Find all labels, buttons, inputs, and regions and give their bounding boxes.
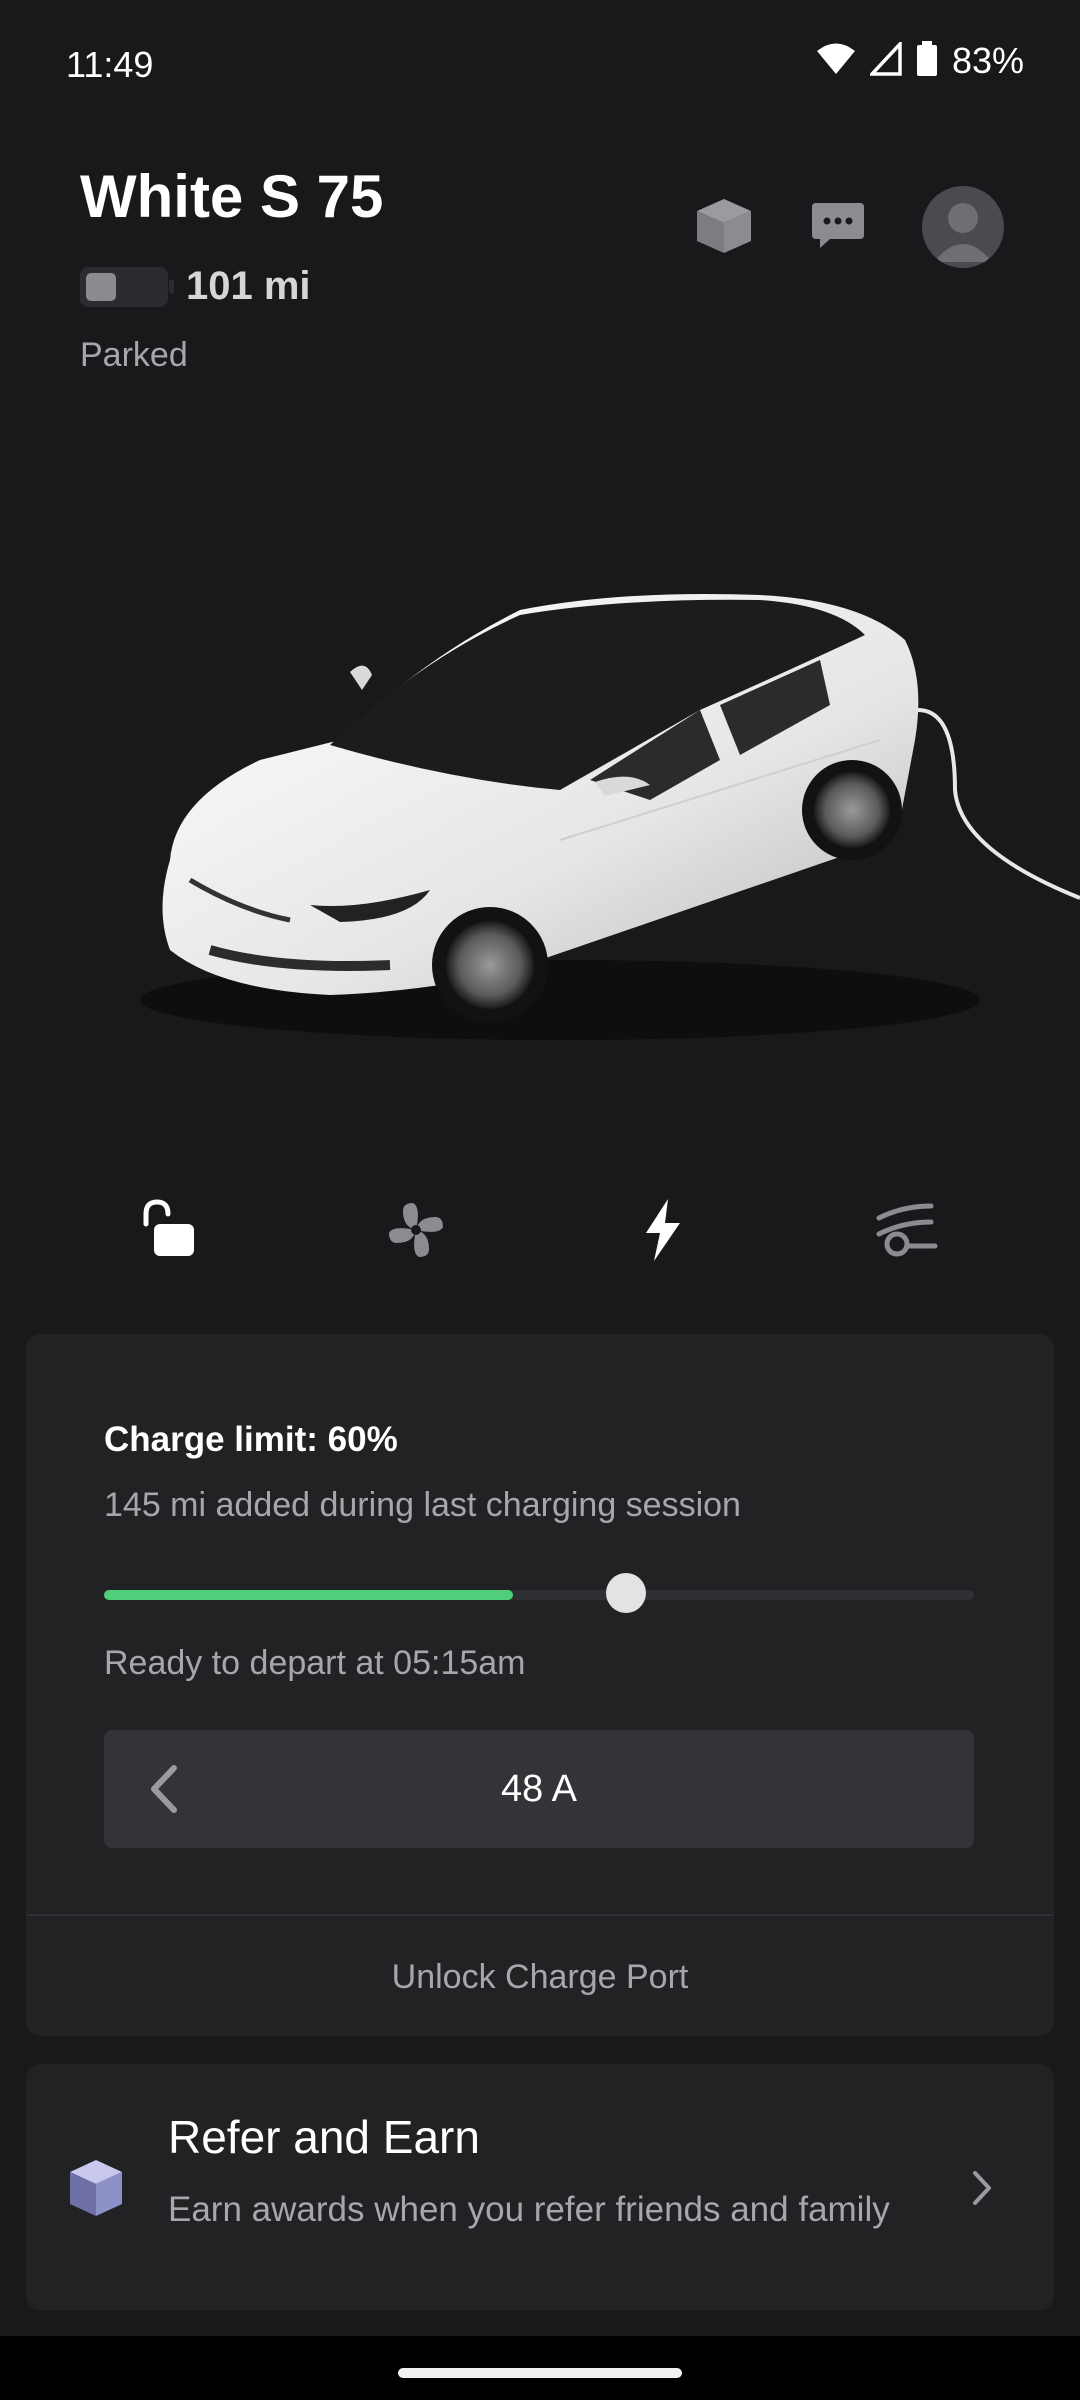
status-bar: 11:49 83%: [0, 0, 1080, 140]
system-nav-bar: [0, 2336, 1080, 2400]
chevron-left-icon[interactable]: [132, 1758, 194, 1820]
charge-limit-slider[interactable]: [104, 1573, 974, 1613]
unlock-charge-port-button[interactable]: Unlock Charge Port: [26, 1918, 1054, 2036]
vehicle-image: [0, 560, 1080, 1080]
charge-level-fill: [104, 1590, 513, 1600]
cube-icon[interactable]: [690, 192, 758, 260]
amperage-value: 48 A: [500, 1768, 578, 1810]
vehicle-status: Parked: [80, 336, 188, 374]
vehicle-name: White S 75: [80, 163, 384, 230]
refer-title: Refer and Earn: [168, 2111, 480, 2163]
charge-session-info: 145 mi added during last charging sessio…: [104, 1486, 741, 1524]
chat-icon[interactable]: [808, 196, 868, 256]
battery-range-row: 101 mi: [80, 264, 311, 309]
home-indicator[interactable]: [398, 2368, 682, 2378]
avatar-icon[interactable]: [922, 186, 1004, 268]
vehicle-battery-icon: [80, 266, 174, 307]
lock-icon[interactable]: [118, 1180, 218, 1280]
status-icons: 83%: [816, 39, 1024, 82]
cube-icon: [66, 2156, 126, 2220]
status-time: 11:49: [66, 44, 154, 85]
refer-and-earn-card[interactable]: Refer and Earn Earn awards when you refe…: [26, 2064, 1054, 2310]
depart-time: Ready to depart at 05:15am: [104, 1644, 526, 1682]
charge-limit-thumb[interactable]: [606, 1573, 646, 1613]
cell-signal-icon: [867, 39, 902, 81]
charge-limit-title: Charge limit: 60%: [104, 1420, 398, 1459]
fan-icon[interactable]: [366, 1180, 466, 1280]
chevron-right-icon: [962, 2168, 1002, 2208]
divider: [26, 1914, 1054, 1916]
charge-icon[interactable]: [612, 1180, 712, 1280]
summon-icon[interactable]: [856, 1180, 956, 1280]
battery-percent: 83%: [951, 40, 1024, 81]
battery-icon: [916, 40, 938, 82]
wifi-icon: [816, 42, 856, 81]
charging-card: Charge limit: 60% 145 mi added during la…: [26, 1334, 1054, 2036]
refer-description: Earn awards when you refer friends and f…: [168, 2190, 890, 2229]
range-value: 101 mi: [186, 264, 311, 308]
amperage-stepper: 48 A: [104, 1730, 974, 1848]
vehicle-battery-fill: [86, 272, 117, 301]
quick-controls: [0, 1180, 1080, 1280]
